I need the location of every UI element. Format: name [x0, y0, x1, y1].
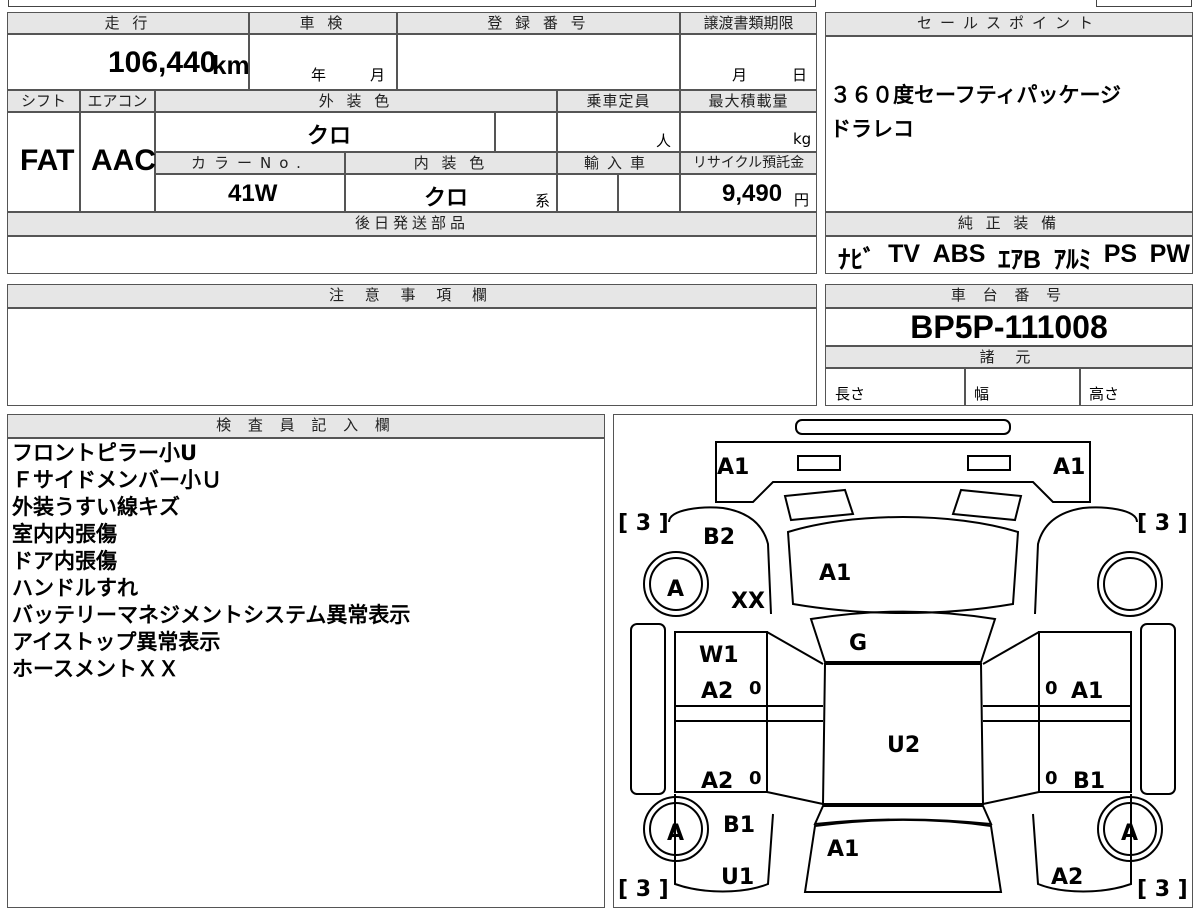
- inspector-note: フロントピラー小U: [12, 441, 198, 465]
- inspector-note: ホースメントＸＸ: [12, 657, 179, 681]
- mark-apron-l: XX: [731, 589, 765, 614]
- exterior-color-value: クロ: [307, 124, 352, 149]
- max-load-unit: kg: [793, 130, 812, 148]
- aircon-header: エアコン: [80, 90, 155, 112]
- transfer-day-unit: 日: [792, 66, 808, 84]
- mark-windshield: G: [849, 631, 867, 656]
- mileage-value: 106,440: [108, 46, 217, 79]
- zero-mark: 0: [1045, 768, 1058, 789]
- recycle-fee-value: 9,490: [722, 180, 783, 207]
- sales-point-1: ３６０度セーフティパッケージ: [830, 83, 1122, 107]
- mark-rear-r: A2: [1051, 865, 1083, 890]
- import-cell-2: [618, 174, 680, 212]
- transfer-deadline-header: 譲渡書類期限: [680, 12, 817, 34]
- inspector-note: バッテリーマネジメントシステム異常表示: [12, 603, 411, 627]
- registration-cell: [397, 34, 680, 90]
- recycle-fee-header: リサイクル預託金: [680, 152, 817, 174]
- inspector-note: 室内内張傷: [12, 522, 117, 546]
- color-no-header: カラーNo.: [155, 152, 345, 174]
- chassis-no-header: 車 台 番 号: [825, 284, 1193, 308]
- mark-trunk: A1: [827, 837, 859, 862]
- shift-value: FAT: [20, 144, 75, 177]
- capacity-unit: 人: [656, 132, 672, 150]
- equipment-airbag: ｴｱB: [998, 246, 1042, 274]
- zero-mark: 0: [1045, 678, 1058, 699]
- tire-rl: [ 3 ]: [618, 877, 669, 900]
- tire-rr: [ 3 ]: [1137, 877, 1188, 900]
- mileage-header: 走 行: [7, 12, 249, 34]
- mark-front-right: A1: [1053, 455, 1085, 480]
- equipment-pw: PW: [1149, 240, 1190, 268]
- inspector-note: アイストップ異常表示: [12, 630, 221, 654]
- top-strip: [8, 0, 816, 7]
- top-strip-right: [1096, 0, 1192, 7]
- wheel-rr: A: [1121, 821, 1138, 846]
- transfer-month-unit: 月: [732, 66, 748, 84]
- mark-fender-fl: B2: [703, 525, 735, 550]
- equipment-tv: TV: [888, 240, 921, 268]
- mark-roof: U2: [887, 733, 920, 758]
- chassis-no-value: BP5P-111008: [910, 309, 1108, 345]
- mileage-unit: km: [212, 50, 250, 80]
- wheel-fl: A: [667, 577, 684, 602]
- sales-point-header: セールスポイント: [825, 12, 1193, 36]
- max-load-header: 最大積載量: [680, 90, 817, 112]
- mark-front-left: A1: [717, 455, 749, 480]
- spec-length-label: 長さ: [835, 385, 866, 403]
- shaken-month-unit: 月: [370, 66, 386, 84]
- tire-fl: [ 3 ]: [618, 511, 669, 536]
- inspector-note: 外装うすい線キズ: [12, 495, 180, 519]
- mark-rear-l: U1: [721, 865, 754, 890]
- car-diagram: A1 A1 [ 3 ] [ 3 ] B2 XX A A1 G W1 A2 0 0…: [618, 419, 1188, 900]
- shift-header: シフト: [7, 90, 80, 112]
- exterior-color-extra-cell: [495, 112, 557, 152]
- mark-door-rr: B1: [1073, 769, 1105, 794]
- genuine-equipment-header: 純 正 装 備: [825, 212, 1193, 236]
- notes-header: 注 意 事 項 欄: [7, 284, 817, 308]
- mark-hood: A1: [819, 561, 851, 586]
- interior-color-suffix: 系: [535, 192, 551, 210]
- equipment-abs: ABS: [932, 240, 986, 268]
- equipment-alloy: ｱﾙﾐ: [1053, 246, 1092, 274]
- aircon-value: AAC: [91, 144, 156, 177]
- shaken-header: 車 検: [249, 12, 397, 34]
- import-header: 輸入車: [557, 152, 680, 174]
- inspector-note: Ｆサイドメンバー小Ｕ: [12, 468, 222, 492]
- spec-width-label: 幅: [974, 385, 990, 403]
- exterior-color-header: 外 装 色: [155, 90, 557, 112]
- spec-height-label: 高さ: [1089, 385, 1120, 403]
- inspector-note: ハンドルすれ: [12, 576, 138, 600]
- equipment-ps: PS: [1103, 240, 1138, 268]
- mark-door-rl: A2: [701, 769, 733, 794]
- inspector-header: 検 査 員 記 入 欄: [7, 414, 605, 438]
- zero-mark: 0: [749, 768, 762, 789]
- inspector-note: ドア内張傷: [12, 549, 117, 573]
- equipment-navi: ﾅﾋﾞ: [838, 246, 876, 274]
- tire-fr: [ 3 ]: [1137, 511, 1188, 536]
- interior-color-value: クロ: [424, 186, 469, 211]
- notes-cell: [7, 308, 817, 406]
- mark-door-fl-2: A2: [701, 679, 733, 704]
- sales-point-2: ドラレコ: [830, 117, 914, 141]
- mark-quarter-rl: B1: [723, 813, 755, 838]
- wheel-rl: A: [667, 821, 684, 846]
- zero-mark: 0: [749, 678, 762, 699]
- import-cell-1: [557, 174, 618, 212]
- mark-door-fr: A1: [1071, 679, 1103, 704]
- recycle-fee-unit: 円: [794, 191, 810, 209]
- registration-header: 登 録 番 号: [397, 12, 680, 34]
- interior-color-header: 内 装 色: [345, 152, 557, 174]
- shaken-year-unit: 年: [311, 66, 327, 84]
- capacity-header: 乗車定員: [557, 90, 680, 112]
- equipment-list: ﾅﾋﾞ TV ABS ｴｱB ｱﾙﾐ PS PW: [838, 240, 1190, 276]
- color-no-value: 41W: [228, 180, 278, 207]
- later-parts-cell: [7, 236, 817, 274]
- later-parts-header: 後日発送部品: [7, 212, 817, 236]
- mark-door-fl-1: W1: [699, 643, 739, 668]
- specs-header: 諸 元: [825, 346, 1193, 368]
